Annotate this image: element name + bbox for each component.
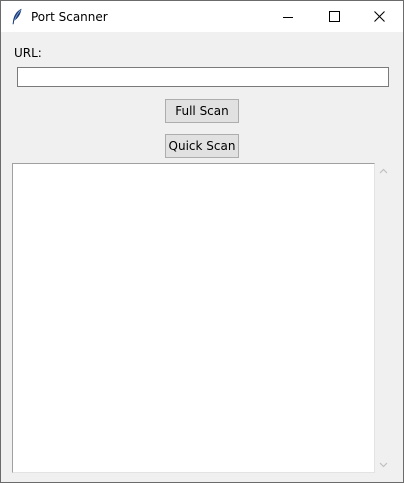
close-icon: [374, 11, 385, 22]
close-button[interactable]: [357, 1, 403, 32]
minimize-icon: [283, 17, 293, 18]
scroll-up-arrow-icon[interactable]: [375, 163, 392, 180]
url-label: URL:: [14, 46, 42, 60]
maximize-button[interactable]: [311, 1, 357, 32]
feather-icon: [11, 8, 23, 25]
minimize-button[interactable]: [265, 1, 311, 32]
url-input[interactable]: [17, 67, 389, 87]
scan-output-textarea[interactable]: [12, 163, 375, 473]
full-scan-button[interactable]: Full Scan: [165, 99, 239, 123]
maximize-icon: [329, 11, 340, 22]
quick-scan-button[interactable]: Quick Scan: [165, 134, 239, 158]
output-scrollbar[interactable]: [375, 163, 392, 473]
window-title: Port Scanner: [31, 10, 108, 24]
title-bar[interactable]: Port Scanner: [1, 1, 403, 32]
scroll-down-arrow-icon[interactable]: [375, 456, 392, 473]
port-scanner-window: Port Scanner URL: Full Scan Quick Scan: [0, 0, 404, 483]
